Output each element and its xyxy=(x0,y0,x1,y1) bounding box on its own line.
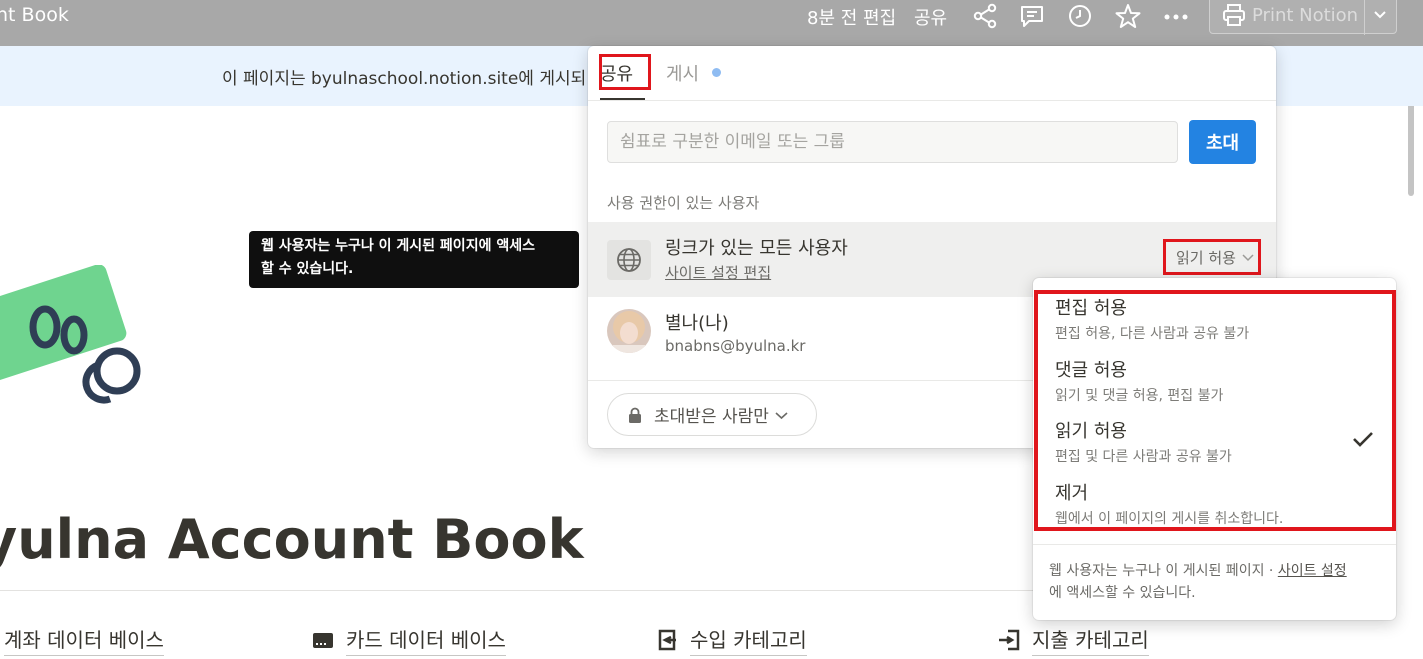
anyone-with-link-label: 링크가 있는 모든 사용자 xyxy=(665,238,848,259)
menu-item-title: 제거 xyxy=(1055,483,1089,504)
history-clock-icon[interactable] xyxy=(1066,2,1094,30)
chevron-down-icon xyxy=(1242,254,1254,262)
menu-footer-text: 웹 사용자는 누구나 이 게시된 페이지 xyxy=(1049,563,1265,579)
menu-item-description: 편집 및 다른 사람과 공유 불가 xyxy=(1055,449,1232,465)
page-breadcrumb-title[interactable]: nt Book xyxy=(0,4,69,26)
divider xyxy=(0,590,1040,591)
avatar xyxy=(607,309,651,353)
menu-item-remove[interactable]: 제거 웹에서 이 페이지의 게시를 취소합니다. xyxy=(1055,479,1283,528)
menu-item-description: 편집 허용, 다른 사람과 공유 불가 xyxy=(1055,326,1250,342)
page-cover-icon xyxy=(0,265,141,404)
menu-item-can-comment[interactable]: 댓글 허용 읽기 및 댓글 허용, 편집 불가 xyxy=(1055,356,1223,405)
menu-footer: 웹 사용자는 누구나 이 게시된 페이지 · 사이트 설정 에 액세스할 수 있… xyxy=(1049,563,1347,601)
highlight-box xyxy=(599,54,651,90)
printer-icon xyxy=(1223,4,1245,26)
general-access-label: 초대받은 사람만 xyxy=(654,407,769,427)
link-income-category[interactable]: 수입 카테고리 xyxy=(656,624,807,656)
tooltip-line-1: 웹 사용자는 누구나 이 게시된 페이지에 액세스 xyxy=(261,238,535,254)
share-network-icon[interactable] xyxy=(971,2,999,30)
more-options-icon[interactable] xyxy=(1162,2,1190,30)
member-email: bnabns@byulna.kr xyxy=(665,337,806,355)
link-expense-category[interactable]: 지출 카테고리 xyxy=(998,624,1149,656)
share-tabs: 공유 게시 xyxy=(588,46,1276,101)
tab-publish[interactable]: 게시 xyxy=(666,60,699,86)
permission-dropdown-value: 읽기 허용 xyxy=(1176,248,1236,267)
link-label: 계좌 데이터 베이스 xyxy=(4,624,164,656)
email-input[interactable] xyxy=(607,121,1178,163)
lock-icon xyxy=(629,407,641,423)
comment-icon[interactable] xyxy=(1018,2,1046,30)
page-title[interactable]: yulna Account Book xyxy=(0,508,584,571)
link-card-database[interactable]: 카드 데이터 베이스 xyxy=(312,624,506,656)
chevron-down-icon xyxy=(775,411,788,419)
print-button-separator xyxy=(1364,0,1365,35)
menu-item-title: 댓글 허용 xyxy=(1055,360,1127,381)
invite-button[interactable]: 초대 xyxy=(1189,120,1256,164)
menu-footer-text-2: 에 액세스할 수 있습니다. xyxy=(1049,585,1196,601)
menu-item-can-view[interactable]: 읽기 허용 편집 및 다른 사람과 공유 불가 xyxy=(1055,417,1232,466)
tooltip: 웹 사용자는 누구나 이 게시된 페이지에 액세스 할 수 있습니다. xyxy=(249,231,579,288)
income-icon xyxy=(658,629,676,651)
print-notion-button[interactable]: Print Notion xyxy=(1209,0,1397,35)
published-dot-icon xyxy=(712,68,721,77)
link-label: 수입 카테고리 xyxy=(690,624,807,656)
chevron-down-icon[interactable] xyxy=(1370,7,1390,23)
card-icon xyxy=(313,633,333,648)
general-access-dropdown[interactable]: 초대받은 사람만 xyxy=(607,393,817,436)
print-notion-label: Print Notion xyxy=(1252,4,1359,26)
globe-icon xyxy=(607,240,651,280)
menu-item-title: 편집 허용 xyxy=(1055,298,1127,319)
link-bank-database[interactable]: 계좌 데이터 베이스 xyxy=(4,624,164,656)
member-name: 별나(나) xyxy=(665,313,729,334)
last-edited-text: 8분 전 편집 xyxy=(807,8,897,29)
tooltip-line-2: 할 수 있습니다. xyxy=(261,261,354,277)
checkmark-icon xyxy=(1353,432,1373,447)
favorite-star-icon[interactable] xyxy=(1114,2,1142,30)
top-bar: nt Book 8분 전 편집 공유 Print Notion xyxy=(0,0,1423,46)
banner-text: 이 페이지는 byulnaschool.notion.site에 게시되 xyxy=(222,69,587,89)
site-settings-link[interactable]: 사이트 설정 편집 xyxy=(665,262,771,283)
link-label: 카드 데이터 베이스 xyxy=(346,624,506,656)
section-label: 사용 권한이 있는 사용자 xyxy=(607,194,760,212)
expense-icon xyxy=(999,629,1020,651)
divider xyxy=(1033,544,1396,545)
menu-item-title: 읽기 허용 xyxy=(1055,421,1127,442)
link-label: 지출 카테고리 xyxy=(1032,624,1149,656)
menu-item-can-edit[interactable]: 편집 허용 편집 허용, 다른 사람과 공유 불가 xyxy=(1055,294,1249,343)
menu-item-description: 읽기 및 댓글 허용, 편집 불가 xyxy=(1055,388,1224,404)
share-button[interactable]: 공유 xyxy=(914,4,947,30)
active-tab-indicator xyxy=(600,98,645,100)
site-settings-link[interactable]: 사이트 설정 xyxy=(1278,563,1347,579)
permission-menu: 편집 허용 편집 허용, 다른 사람과 공유 불가 댓글 허용 읽기 및 댓글 … xyxy=(1033,278,1396,620)
permission-dropdown[interactable]: 읽기 허용 xyxy=(1163,239,1261,275)
menu-item-description: 웹에서 이 페이지의 게시를 취소합니다. xyxy=(1055,511,1284,527)
